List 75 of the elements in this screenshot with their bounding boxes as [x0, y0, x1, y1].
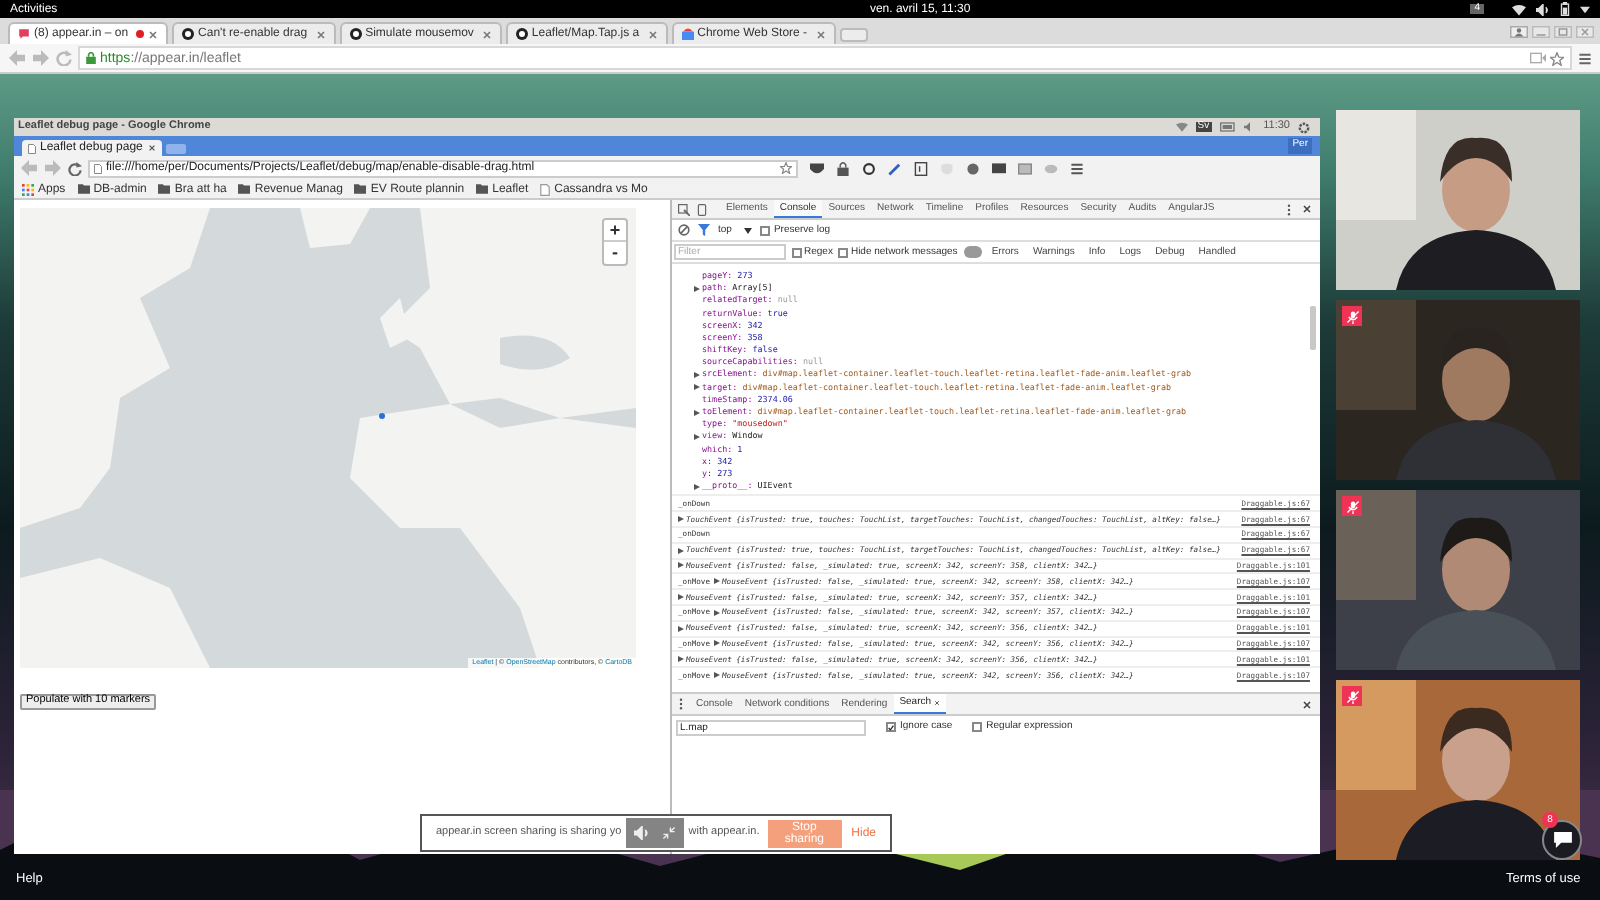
wifi-icon [1175, 122, 1188, 132]
expand-arrow-icon[interactable] [694, 434, 700, 441]
close-icon[interactable] [148, 29, 159, 39]
inspect-icon[interactable] [678, 203, 690, 215]
close-icon[interactable] [815, 29, 826, 39]
expand-arrow-icon[interactable] [694, 372, 700, 379]
expand-arrow-icon[interactable] [694, 285, 700, 292]
clear-console-icon[interactable] [678, 224, 690, 236]
expand-arrow-icon[interactable] [714, 609, 721, 616]
close-icon[interactable] [1302, 699, 1312, 709]
star-icon[interactable] [780, 162, 792, 174]
window-icon[interactable] [1018, 161, 1032, 175]
battery-icon [1219, 122, 1236, 132]
lock-icon[interactable] [836, 161, 850, 175]
all-levels-pill[interactable] [963, 246, 982, 258]
close-icon[interactable] [647, 29, 658, 39]
checkbox[interactable] [972, 722, 983, 732]
pocket-icon[interactable] [810, 161, 824, 175]
bookmark-icon[interactable] [914, 161, 928, 175]
zoom-out-button[interactable]: - [604, 242, 626, 264]
apps-icon [22, 183, 34, 195]
close-icon[interactable] [315, 29, 326, 39]
page-icon [28, 143, 36, 153]
expand-arrow-icon[interactable] [678, 547, 684, 554]
folder-icon [238, 184, 251, 194]
checkbox[interactable] [792, 247, 802, 257]
page-icon [94, 163, 102, 173]
volume-icon[interactable] [1536, 3, 1550, 15]
close-icon[interactable] [933, 700, 940, 706]
page-icon [540, 183, 551, 195]
expand-arrow-icon[interactable] [714, 640, 721, 647]
filter-icon[interactable] [698, 224, 710, 236]
zoom-in-button[interactable]: + [604, 220, 626, 242]
expand-arrow-icon[interactable] [694, 409, 700, 416]
expand-arrow-icon[interactable] [678, 516, 684, 523]
expand-arrow-icon[interactable] [678, 562, 684, 569]
pen-icon[interactable] [888, 161, 902, 175]
wifi-icon[interactable] [1512, 3, 1526, 15]
star-icon[interactable] [1550, 51, 1564, 65]
battery-icon[interactable] [1560, 2, 1570, 16]
folder-icon [77, 184, 90, 194]
expand-arrow-icon[interactable] [714, 672, 721, 679]
expand-arrow-icon[interactable] [678, 656, 684, 663]
menu-icon[interactable] [1578, 51, 1592, 65]
volume-icon [1243, 122, 1256, 132]
expand-arrow-icon[interactable] [714, 578, 721, 585]
close-icon[interactable] [481, 29, 492, 39]
scrollbar[interactable] [1310, 306, 1316, 350]
close-icon[interactable] [1302, 204, 1312, 214]
folder-icon [158, 184, 171, 194]
folder-icon [476, 184, 489, 194]
checkbox[interactable] [886, 722, 896, 732]
expand-arrow-icon[interactable] [678, 594, 684, 601]
close-icon[interactable] [148, 144, 156, 152]
checkbox[interactable] [838, 247, 849, 257]
settings-icon[interactable] [1298, 121, 1310, 133]
rainbow-icon [681, 28, 694, 40]
menu-icon[interactable] [1070, 161, 1084, 175]
profile-icon[interactable] [1510, 25, 1528, 37]
folder-icon [354, 184, 367, 194]
caret-icon[interactable] [743, 227, 752, 233]
screen-icon[interactable] [992, 161, 1006, 175]
more-icon[interactable] [678, 698, 684, 710]
reload-button[interactable] [68, 161, 82, 175]
caret-icon[interactable] [1580, 5, 1590, 13]
device-icon[interactable] [696, 203, 708, 215]
checkbox[interactable] [759, 225, 770, 235]
chat-bubble-icon [18, 28, 30, 40]
expand-arrow-icon[interactable] [694, 483, 700, 490]
ring-icon[interactable] [862, 161, 876, 175]
more-icon[interactable] [1286, 203, 1292, 215]
lock-icon [86, 52, 96, 64]
expand-arrow-icon[interactable] [678, 625, 684, 632]
collapse-icon[interactable] [661, 826, 676, 840]
expand-arrow-icon[interactable] [694, 384, 700, 391]
